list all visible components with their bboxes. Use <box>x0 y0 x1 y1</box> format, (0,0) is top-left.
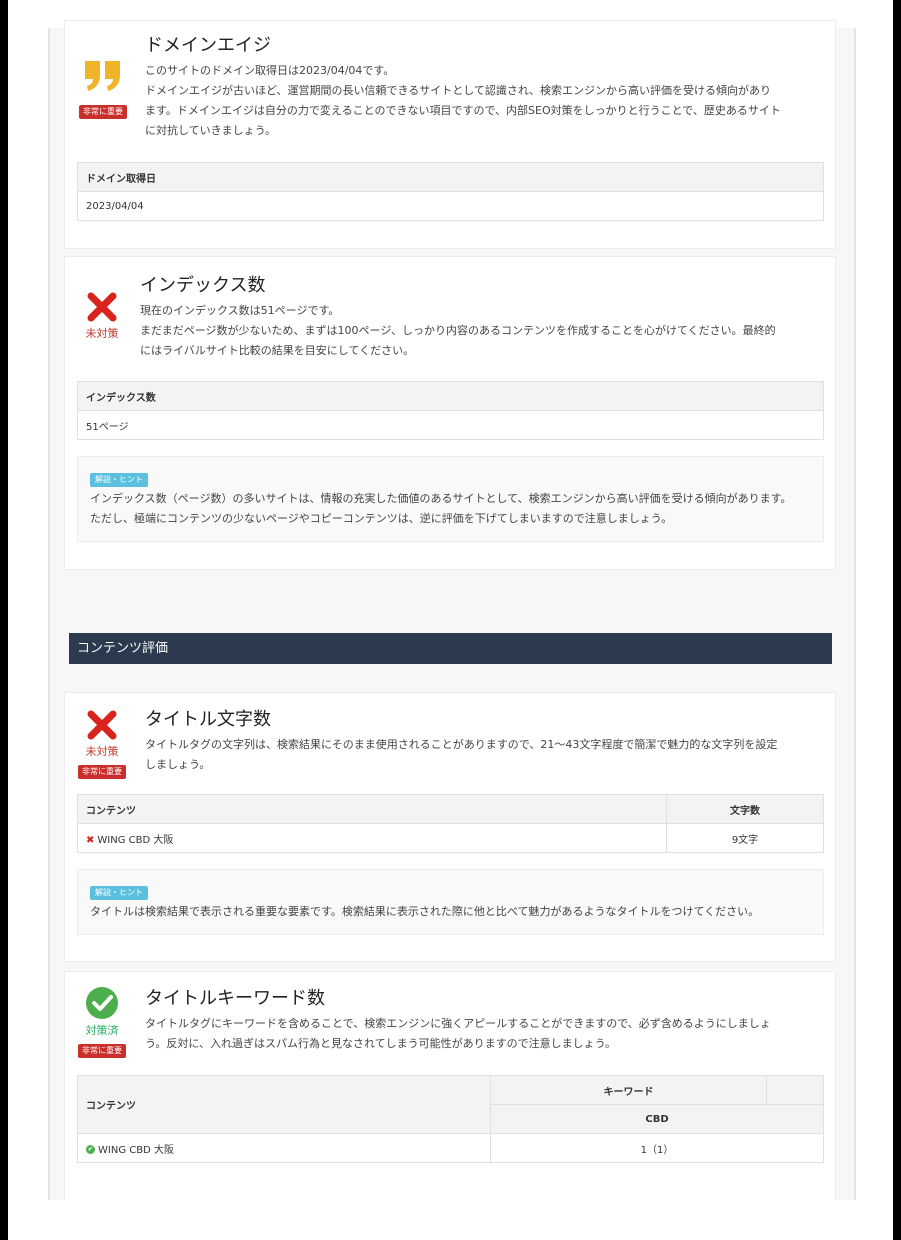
index-count-table: インデックス数 51ページ <box>77 381 824 440</box>
table-cell: 51ページ <box>77 410 824 440</box>
table-row: ✔ WING CBD 大阪 1（1） <box>77 1133 824 1163</box>
status-text: 対策済 <box>85 1024 119 1037</box>
screen-edge-right <box>893 0 901 1240</box>
table-header: ドメイン取得日 <box>77 162 824 192</box>
table-row: ✖ WING CBD 大阪 9文字 <box>77 823 824 853</box>
check-circle-icon <box>86 987 118 1019</box>
domain-age-title: ドメインエイジ <box>145 35 271 56</box>
title-keywords-card: 対策済 非常に重要 タイトルキーワード数 タイトルタグにキーワードを含めることで… <box>64 971 836 1200</box>
title-keywords-badge: 対策済 非常に重要 <box>67 986 137 1058</box>
keyword-count-cell: 1（1） <box>490 1133 824 1163</box>
column-header-spacer <box>766 1075 824 1105</box>
index-count-card: 未対策 インデックス数 現在のインデックス数は51ページです。 まだまだページ数… <box>64 256 836 570</box>
title-length-card: 未対策 非常に重要 タイトル文字数 タイトルタグの文字列は、検索結果にそのまま使… <box>64 692 836 962</box>
title-keywords-title: タイトルキーワード数 <box>145 988 325 1009</box>
column-header-keyword: キーワード <box>490 1075 767 1105</box>
hint-label: 解説・ヒント <box>90 886 148 900</box>
content-cell: ✖ WING CBD 大阪 <box>77 823 667 853</box>
count-cell: 9文字 <box>666 823 824 853</box>
domain-age-badge: 非常に重要 <box>68 59 138 119</box>
quote-icon <box>85 61 120 91</box>
importance-label: 非常に重要 <box>79 105 127 119</box>
index-count-description: 現在のインデックス数は51ページです。 まだまだページ数が少ないため、まずは10… <box>140 304 776 357</box>
domain-age-description: このサイトのドメイン取得日は2023/04/04です。 ドメインエイジが古いほど… <box>145 64 781 137</box>
status-text: 未対策 <box>85 745 119 758</box>
column-header-count: 文字数 <box>666 794 824 824</box>
column-header-content: コンテンツ <box>77 794 667 824</box>
table-cell: 2023/04/04 <box>77 191 824 221</box>
title-keywords-description: タイトルタグにキーワードを含めることで、検索エンジンに強くアピールすることができ… <box>145 1017 771 1050</box>
title-keywords-table: コンテンツ キーワード CBD ✔ WING CBD 大阪 1（1） <box>77 1075 824 1163</box>
cross-icon <box>87 292 117 322</box>
hint-label: 解説・ヒント <box>90 473 148 487</box>
index-count-badge: 未対策 <box>67 291 137 341</box>
title-length-title: タイトル文字数 <box>145 709 271 730</box>
cross-icon <box>87 710 117 740</box>
status-text: 未対策 <box>85 327 119 340</box>
importance-label: 非常に重要 <box>78 765 126 779</box>
domain-age-table: ドメイン取得日 2023/04/04 <box>77 162 824 221</box>
index-count-hint: 解説・ヒント インデックス数（ページ数）の多いサイトは、情報の充実した価値のある… <box>77 456 824 542</box>
check-icon: ✔ <box>86 1145 95 1154</box>
column-header-keyword-cbd: CBD <box>490 1104 824 1134</box>
content-cell: ✔ WING CBD 大阪 <box>77 1133 491 1163</box>
cross-icon: ✖ <box>86 834 95 846</box>
title-length-description: タイトルタグの文字列は、検索結果にそのまま使用されることがありますので、21〜4… <box>145 738 778 771</box>
column-header-content: コンテンツ <box>77 1075 491 1134</box>
title-length-table: コンテンツ 文字数 ✖ WING CBD 大阪 9文字 <box>77 794 824 853</box>
title-length-badge: 未対策 非常に重要 <box>67 709 137 779</box>
title-length-hint: 解説・ヒント タイトルは検索結果で表示される重要な要素です。検索結果に表示された… <box>77 869 824 935</box>
domain-age-card: 非常に重要 ドメインエイジ このサイトのドメイン取得日は2023/04/04です… <box>64 20 836 249</box>
table-header: インデックス数 <box>77 381 824 411</box>
index-count-title: インデックス数 <box>140 275 266 296</box>
screen-edge-left <box>0 0 8 1240</box>
importance-label: 非常に重要 <box>78 1044 126 1058</box>
section-header: コンテンツ評価 <box>69 633 832 664</box>
